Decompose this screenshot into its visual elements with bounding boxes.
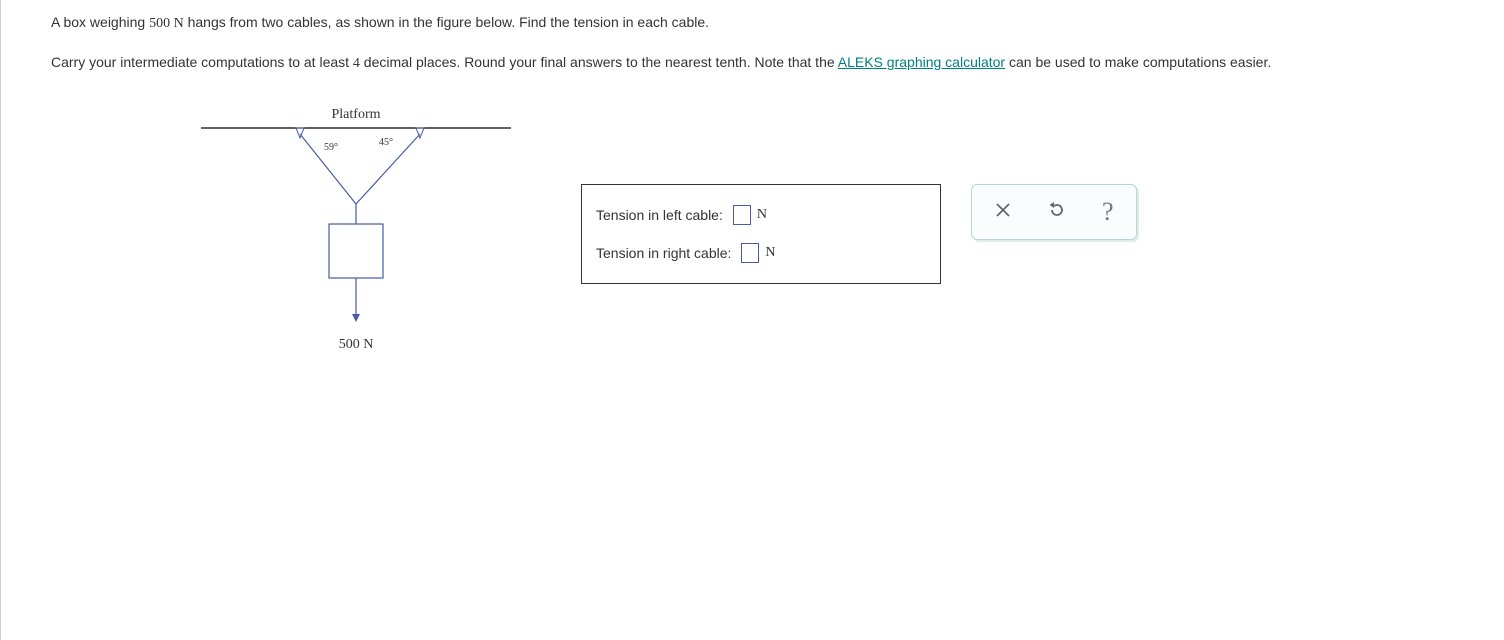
instr-pre: Carry your intermediate computations to … (51, 54, 353, 70)
intro-pre: A box weighing (51, 14, 149, 30)
answer-box: Tension in left cable: N Tension in righ… (581, 184, 941, 284)
right-tension-unit: N (765, 245, 775, 261)
instr-post: can be used to make computations easier. (1005, 54, 1271, 70)
right-tension-label: Tension in right cable: (596, 245, 731, 261)
problem-instructions: Carry your intermediate computations to … (51, 52, 1464, 74)
toolbar: ? (971, 184, 1137, 240)
left-tension-label: Tension in left cable: (596, 207, 723, 223)
weight-label: 500 N (339, 337, 374, 352)
platform-label: Platform (332, 107, 381, 122)
right-tension-input[interactable] (741, 243, 759, 263)
intro-post: hangs from two cables, as shown in the f… (184, 14, 709, 30)
problem-intro: A box weighing 500 N hangs from two cabl… (51, 12, 1464, 34)
clear-icon[interactable] (994, 201, 1012, 223)
angle-left-label: 59° (324, 142, 338, 153)
reset-icon[interactable] (1048, 201, 1066, 223)
intro-weight: 500 N (149, 16, 184, 31)
cable-diagram: Platform 59° 45° 500 N (191, 104, 521, 364)
angle-right-label: 45° (379, 137, 393, 148)
left-tension-unit: N (757, 207, 767, 223)
instr-decimals: 4 (353, 56, 360, 71)
instr-mid: decimal places. Round your final answers… (360, 54, 838, 70)
help-icon[interactable]: ? (1102, 199, 1114, 225)
calculator-link[interactable]: ALEKS graphing calculator (838, 54, 1005, 70)
left-tension-input[interactable] (733, 205, 751, 225)
